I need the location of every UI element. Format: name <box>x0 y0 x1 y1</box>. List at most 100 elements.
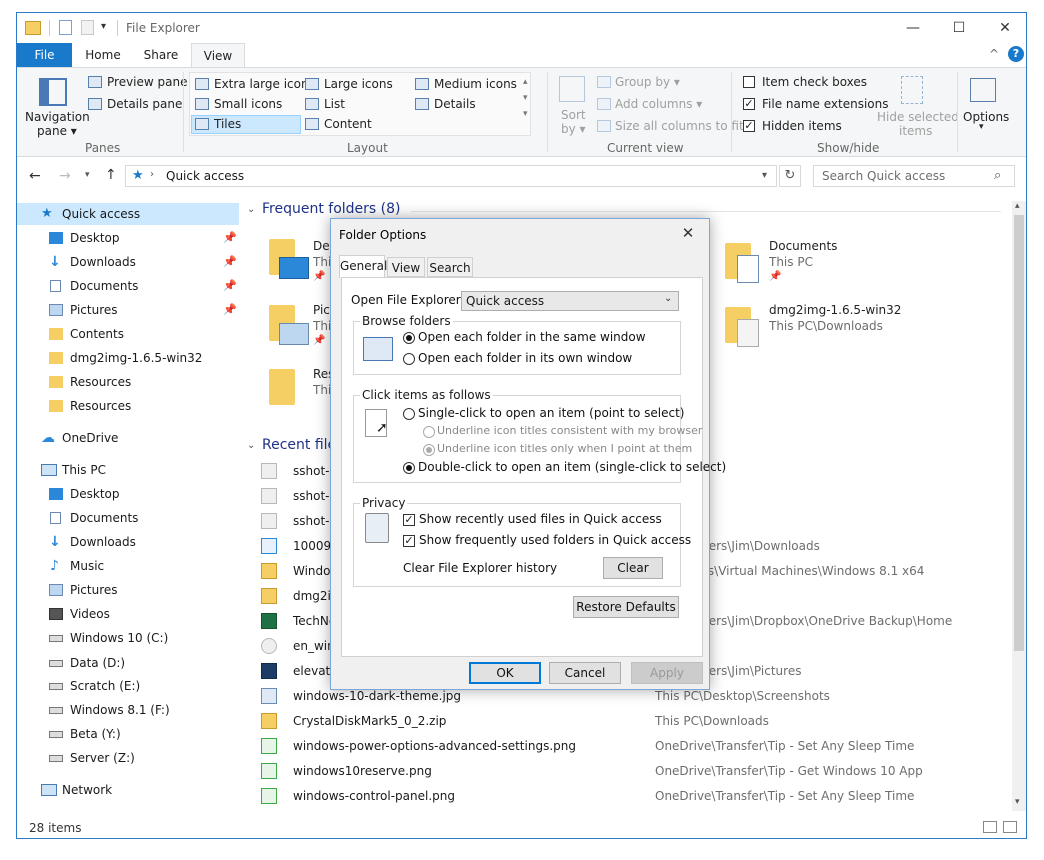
frequent-folders-label[interactable]: Show frequently used folders in Quick ac… <box>419 533 691 547</box>
own-window-radio[interactable] <box>403 353 415 365</box>
folder-icon[interactable] <box>269 369 295 405</box>
cancel-button[interactable]: Cancel <box>549 662 621 684</box>
double-click-label[interactable]: Double-click to open an item (single-cli… <box>418 460 726 474</box>
group-by-button[interactable]: Group by ▾ <box>615 75 680 89</box>
frequent-folders-checkbox[interactable]: ✓ <box>403 535 415 547</box>
nav-item-drive-c[interactable]: Windows 10 (C:) <box>17 627 239 649</box>
underline-browser-radio[interactable] <box>423 426 435 438</box>
nav-item-videos[interactable]: Videos <box>17 603 239 625</box>
layout-content[interactable]: Content <box>324 117 372 131</box>
breadcrumb-quick-access[interactable]: Quick access <box>166 169 244 183</box>
tab-general[interactable]: General <box>339 255 387 278</box>
layout-extra-large-icons[interactable]: Extra large icons <box>214 77 315 91</box>
nav-item-drive-z[interactable]: Server (Z:) <box>17 747 239 769</box>
same-window-label[interactable]: Open each folder in the same window <box>418 330 646 344</box>
hide-selected-label[interactable]: Hide selected <box>877 110 959 124</box>
customize-qat-icon[interactable]: ▾ <box>101 21 106 32</box>
layout-small-icons[interactable]: Small icons <box>214 97 282 111</box>
tab-share[interactable]: Share <box>133 43 189 67</box>
recent-files-header[interactable]: Recent file <box>262 437 336 453</box>
ok-button[interactable]: OK <box>469 662 541 684</box>
pin-icon[interactable]: 📌 <box>223 275 237 297</box>
nav-item-pictures[interactable]: Pictures 📌 <box>17 299 239 321</box>
refresh-icon[interactable]: ↻ <box>779 165 801 187</box>
up-arrow-icon[interactable]: ↑ <box>105 167 117 183</box>
underline-browser-label[interactable]: Underline icon titles consistent with my… <box>437 424 702 437</box>
navigation-pane-label[interactable]: Navigation <box>25 110 90 124</box>
details-pane-button[interactable]: Details pane <box>107 97 182 111</box>
maximize-button[interactable]: ☐ <box>936 17 982 39</box>
hide-selected-label-2[interactable]: items <box>899 124 932 138</box>
file-name-extensions-label[interactable]: File name extensions <box>762 97 889 111</box>
frequent-folders-header[interactable]: Frequent folders (8) <box>262 201 401 217</box>
collapse-chevron-icon[interactable]: ⌄ <box>247 204 255 215</box>
vertical-scrollbar[interactable]: ▴ ▾ <box>1012 201 1026 811</box>
large-icons-view-icon[interactable] <box>1003 821 1017 833</box>
navigation-pane-label-2[interactable]: pane ▾ <box>37 124 77 138</box>
size-all-columns-button[interactable]: Size all columns to fit <box>615 119 744 133</box>
table-row[interactable]: windows10reserve.png OneDrive\Transfer\Ti… <box>241 759 1011 784</box>
hidden-items-label[interactable]: Hidden items <box>762 119 842 133</box>
recent-files-label[interactable]: Show recently used files in Quick access <box>419 512 662 526</box>
recent-files-checkbox[interactable]: ✓ <box>403 514 415 526</box>
table-row[interactable]: windows-power-options-advanced-settings.… <box>241 734 1011 759</box>
nav-item-downloads[interactable]: ↓ Downloads 📌 <box>17 251 239 273</box>
nav-item-drive-d[interactable]: Data (D:) <box>17 652 239 674</box>
details-view-icon[interactable] <box>983 821 997 833</box>
tile-name-documents[interactable]: Documents <box>769 239 837 253</box>
nav-item-drive-y[interactable]: Beta (Y:) <box>17 723 239 745</box>
nav-item-resources[interactable]: Resources <box>17 371 239 393</box>
pin-icon[interactable]: 📌 <box>223 227 237 249</box>
address-bar[interactable]: ★ › Quick access ▾ <box>125 165 777 187</box>
close-button[interactable]: ✕ <box>982 17 1028 39</box>
nav-item-pc-downloads[interactable]: ↓ Downloads <box>17 531 239 553</box>
collapse-chevron-icon[interactable]: ⌄ <box>247 440 255 451</box>
layout-medium-icons[interactable]: Medium icons <box>434 77 517 91</box>
file-name-extensions-checkbox[interactable]: ✓ <box>743 98 755 110</box>
layout-scroll-icons[interactable]: ▴ ▾ ▾ <box>523 74 528 122</box>
nav-item-drive-f[interactable]: Windows 8.1 (F:) <box>17 699 239 721</box>
tab-home[interactable]: Home <box>75 43 131 67</box>
options-button[interactable]: Options <box>963 110 1009 124</box>
nav-item-network[interactable]: Network <box>17 779 239 801</box>
own-window-label[interactable]: Open each folder in its own window <box>418 351 632 365</box>
nav-item-drive-e[interactable]: Scratch (E:) <box>17 675 239 697</box>
new-folder-icon[interactable] <box>81 20 94 35</box>
nav-item-music[interactable]: ♪ Music <box>17 555 239 577</box>
tile-name-dmg2img[interactable]: dmg2img-1.6.5-win32 <box>769 303 901 317</box>
item-check-boxes-label[interactable]: Item check boxes <box>762 75 867 89</box>
tab-file[interactable]: File <box>17 43 72 67</box>
apply-button[interactable]: Apply <box>631 662 703 684</box>
nav-item-documents[interactable]: Documents 📌 <box>17 275 239 297</box>
search-icon[interactable]: ⌕ <box>994 168 1001 183</box>
minimize-button[interactable]: — <box>890 17 936 39</box>
underline-point-radio[interactable] <box>423 444 435 456</box>
nav-item-onedrive[interactable]: ☁ OneDrive <box>17 427 239 449</box>
nav-item-dmg2img[interactable]: dmg2img-1.6.5-win32 <box>17 347 239 369</box>
underline-point-label[interactable]: Underline icon titles only when I point … <box>437 442 692 455</box>
forward-arrow-icon[interactable]: → <box>59 168 71 184</box>
table-row[interactable]: windows-control-panel.png OneDrive\Transf… <box>241 784 1011 809</box>
tab-view[interactable]: View <box>191 43 245 68</box>
recent-locations-chevron-icon[interactable]: ▾ <box>85 170 90 180</box>
scroll-up-icon[interactable]: ▴ <box>1015 201 1020 211</box>
pin-icon[interactable]: 📌 <box>223 299 237 321</box>
back-arrow-icon[interactable]: ← <box>29 168 41 184</box>
tab-view[interactable]: View <box>387 257 425 277</box>
dialog-close-icon[interactable]: ✕ <box>673 222 703 244</box>
nav-item-quick-access[interactable]: ★ Quick access <box>17 203 239 225</box>
layout-large-icons[interactable]: Large icons <box>324 77 393 91</box>
open-to-select[interactable]: Quick access ⌄ <box>461 291 679 311</box>
pin-icon[interactable]: 📌 <box>223 251 237 273</box>
help-icon[interactable]: ? <box>1008 46 1024 62</box>
search-input[interactable]: Search Quick access ⌕ <box>813 165 1015 187</box>
single-click-radio[interactable] <box>403 408 415 420</box>
nav-item-desktop[interactable]: Desktop 📌 <box>17 227 239 249</box>
preview-pane-button[interactable]: Preview pane <box>107 75 187 89</box>
single-click-label[interactable]: Single-click to open an item (point to s… <box>418 406 684 420</box>
nav-item-pc-desktop[interactable]: Desktop <box>17 483 239 505</box>
table-row[interactable]: CrystalDiskMark5_0_2.zip This PC\Download… <box>241 709 1011 734</box>
navigation-pane-icon[interactable] <box>39 78 67 106</box>
same-window-radio[interactable] <box>403 332 415 344</box>
breadcrumb-chevron-icon[interactable]: › <box>150 169 154 180</box>
